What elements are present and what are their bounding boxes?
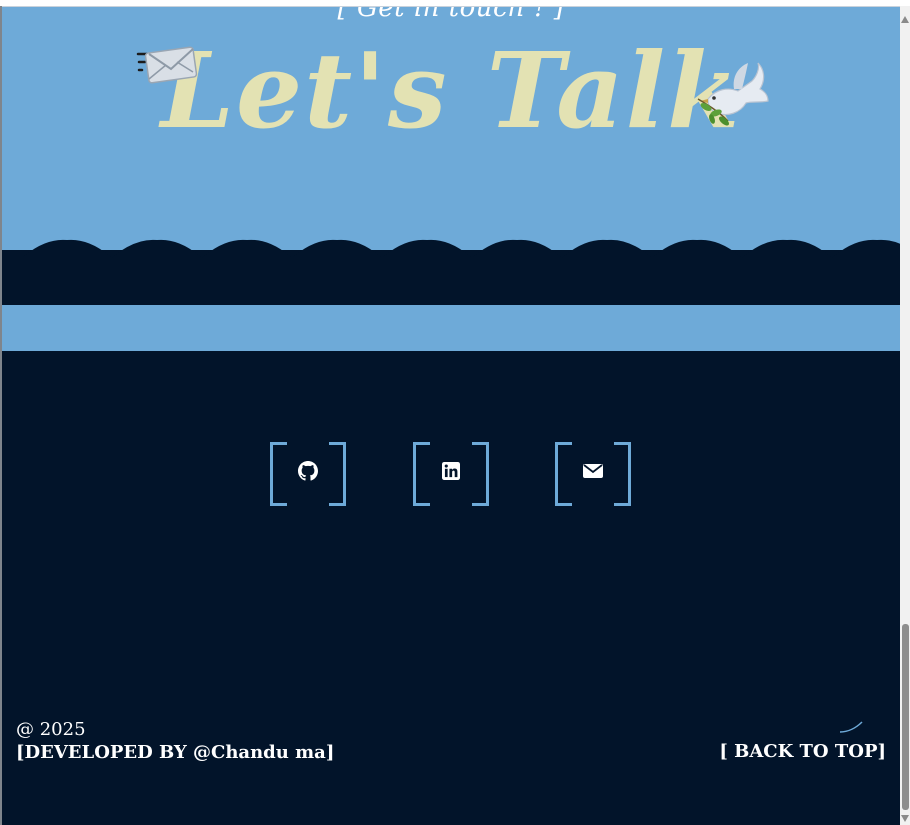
envelope-icon	[136, 45, 198, 89]
top-border	[0, 0, 910, 7]
email-link[interactable]	[555, 442, 631, 506]
back-to-top-button[interactable]: [ BACK TO TOP]	[719, 741, 886, 762]
social-links	[0, 442, 910, 506]
back-to-top-arc-icon	[839, 721, 863, 733]
linkedin-icon	[442, 462, 460, 480]
scroll-thumb[interactable]	[902, 624, 909, 810]
wave-divider	[2, 239, 900, 305]
scroll-up-arrow-icon[interactable]	[901, 16, 909, 23]
accent-band	[2, 305, 900, 351]
hero-subtitle: [ Get in touch ! ]	[337, 7, 565, 23]
developer-credit: [DEVELOPED BY @Chandu ma]	[16, 742, 335, 763]
contact-hero: [ Get in touch ! ] Let's Talk	[2, 7, 900, 250]
scrollbar[interactable]	[900, 6, 910, 825]
linkedin-link[interactable]	[413, 442, 489, 506]
scroll-down-arrow-icon[interactable]	[901, 815, 909, 822]
envelope-icon	[583, 464, 603, 478]
dove-icon	[694, 59, 770, 135]
copyright-year: @ 2025	[16, 719, 86, 740]
footer-credits: @ 2025 [DEVELOPED BY @Chandu ma]	[16, 718, 334, 764]
github-link[interactable]	[270, 442, 346, 506]
github-icon	[298, 461, 318, 481]
